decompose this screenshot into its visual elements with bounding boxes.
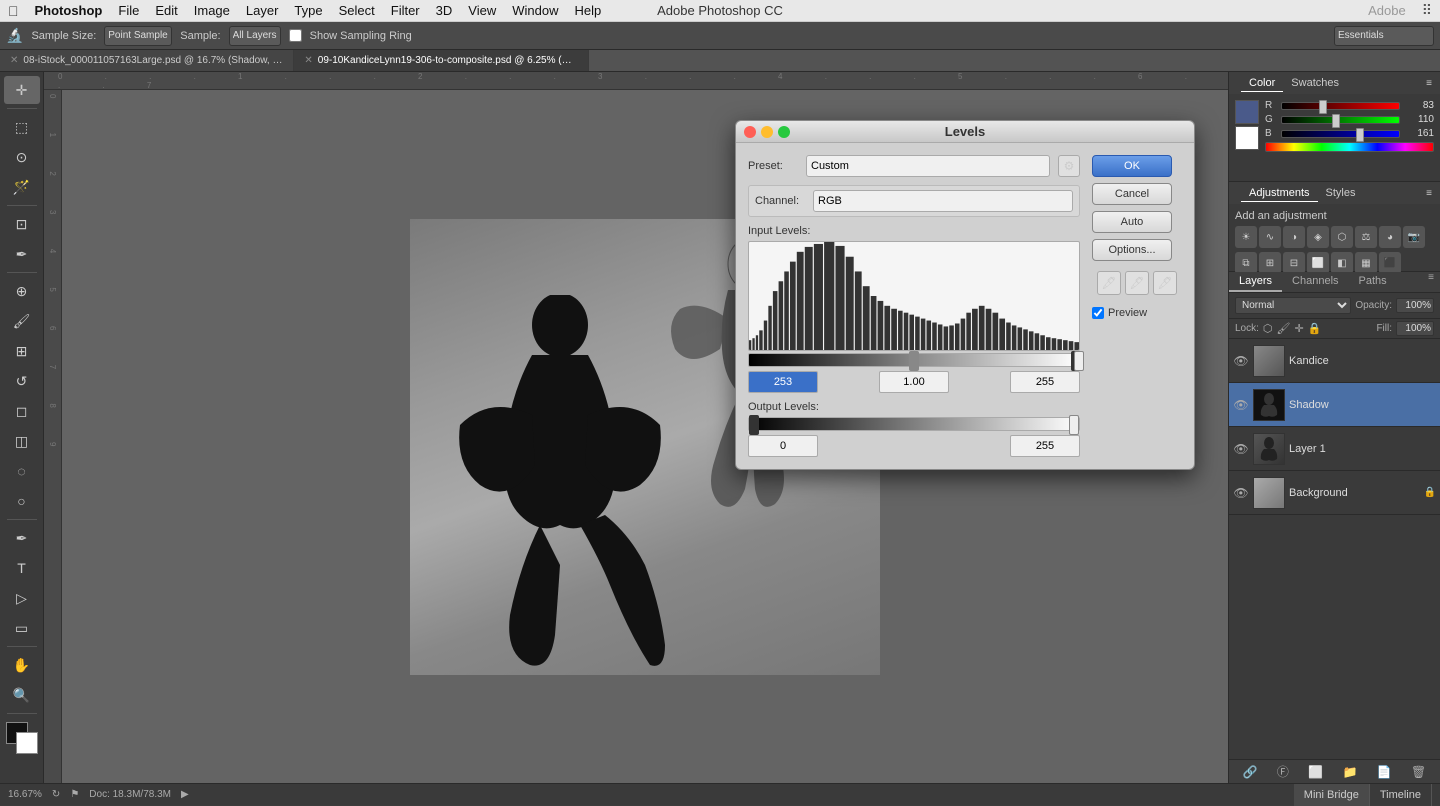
- input-highlight-thumb[interactable]: [1074, 351, 1084, 371]
- dialog-sidebar: OK Cancel Auto Options... 🖋 🖋 🖋 Preview: [1092, 155, 1182, 457]
- cancel-button[interactable]: Cancel: [1092, 183, 1172, 205]
- preset-label: Preset:: [748, 160, 798, 172]
- channel-row: Channel: RGB: [748, 185, 1080, 217]
- output-levels-label: Output Levels:: [748, 401, 1080, 413]
- output-highlight-val[interactable]: [1010, 435, 1080, 457]
- output-values-row: [748, 435, 1080, 457]
- dialog-minimize-btn[interactable]: [761, 126, 773, 138]
- ok-button[interactable]: OK: [1092, 155, 1172, 177]
- dialog-traffic-lights: [744, 126, 790, 138]
- output-shadow-val[interactable]: [748, 435, 818, 457]
- channel-label: Channel:: [755, 195, 805, 207]
- input-levels-label: Input Levels:: [748, 225, 1080, 237]
- input-slider-track[interactable]: [748, 353, 1080, 367]
- dialog-close-btn[interactable]: [744, 126, 756, 138]
- channel-select[interactable]: RGB: [813, 190, 1073, 212]
- dialog-zoom-btn[interactable]: [778, 126, 790, 138]
- input-midtone-thumb[interactable]: [909, 351, 919, 371]
- preset-select[interactable]: Custom: [806, 155, 1050, 177]
- input-highlight-val[interactable]: [1010, 371, 1080, 393]
- preset-settings-btn[interactable]: ⚙: [1058, 155, 1080, 177]
- dialog-main: Preset: Custom ⚙ Channel: RGB Input Leve…: [748, 155, 1080, 457]
- input-shadow-val[interactable]: [748, 371, 818, 393]
- auto-button[interactable]: Auto: [1092, 211, 1172, 233]
- preview-checkbox[interactable]: [1092, 307, 1104, 319]
- eyedropper-highlight-btn[interactable]: 🖋: [1153, 271, 1177, 295]
- levels-dialog: Levels Preset: Custom ⚙ Channel: RGB: [735, 120, 1195, 470]
- eyedropper-row: 🖋 🖋 🖋: [1092, 271, 1182, 295]
- input-values-row: [748, 371, 1080, 393]
- dialog-title: Levels: [945, 124, 985, 139]
- output-highlight-thumb[interactable]: [1069, 415, 1079, 435]
- dialog-body: Preset: Custom ⚙ Channel: RGB Input Leve…: [736, 143, 1194, 469]
- eyedropper-midtone-btn[interactable]: 🖋: [1125, 271, 1149, 295]
- output-slider-track[interactable]: [748, 417, 1080, 431]
- input-midtone-val[interactable]: [879, 371, 949, 393]
- preview-label: Preview: [1108, 307, 1147, 319]
- preset-row: Preset: Custom ⚙: [748, 155, 1080, 177]
- options-button[interactable]: Options...: [1092, 239, 1172, 261]
- output-section: Output Levels:: [748, 401, 1080, 457]
- preview-row: Preview: [1092, 307, 1182, 319]
- dialog-titlebar: Levels: [736, 121, 1194, 143]
- histogram: [748, 241, 1080, 351]
- dialog-overlay: Levels Preset: Custom ⚙ Channel: RGB: [0, 0, 1440, 805]
- output-shadow-thumb[interactable]: [749, 415, 759, 435]
- eyedropper-shadow-btn[interactable]: 🖋: [1097, 271, 1121, 295]
